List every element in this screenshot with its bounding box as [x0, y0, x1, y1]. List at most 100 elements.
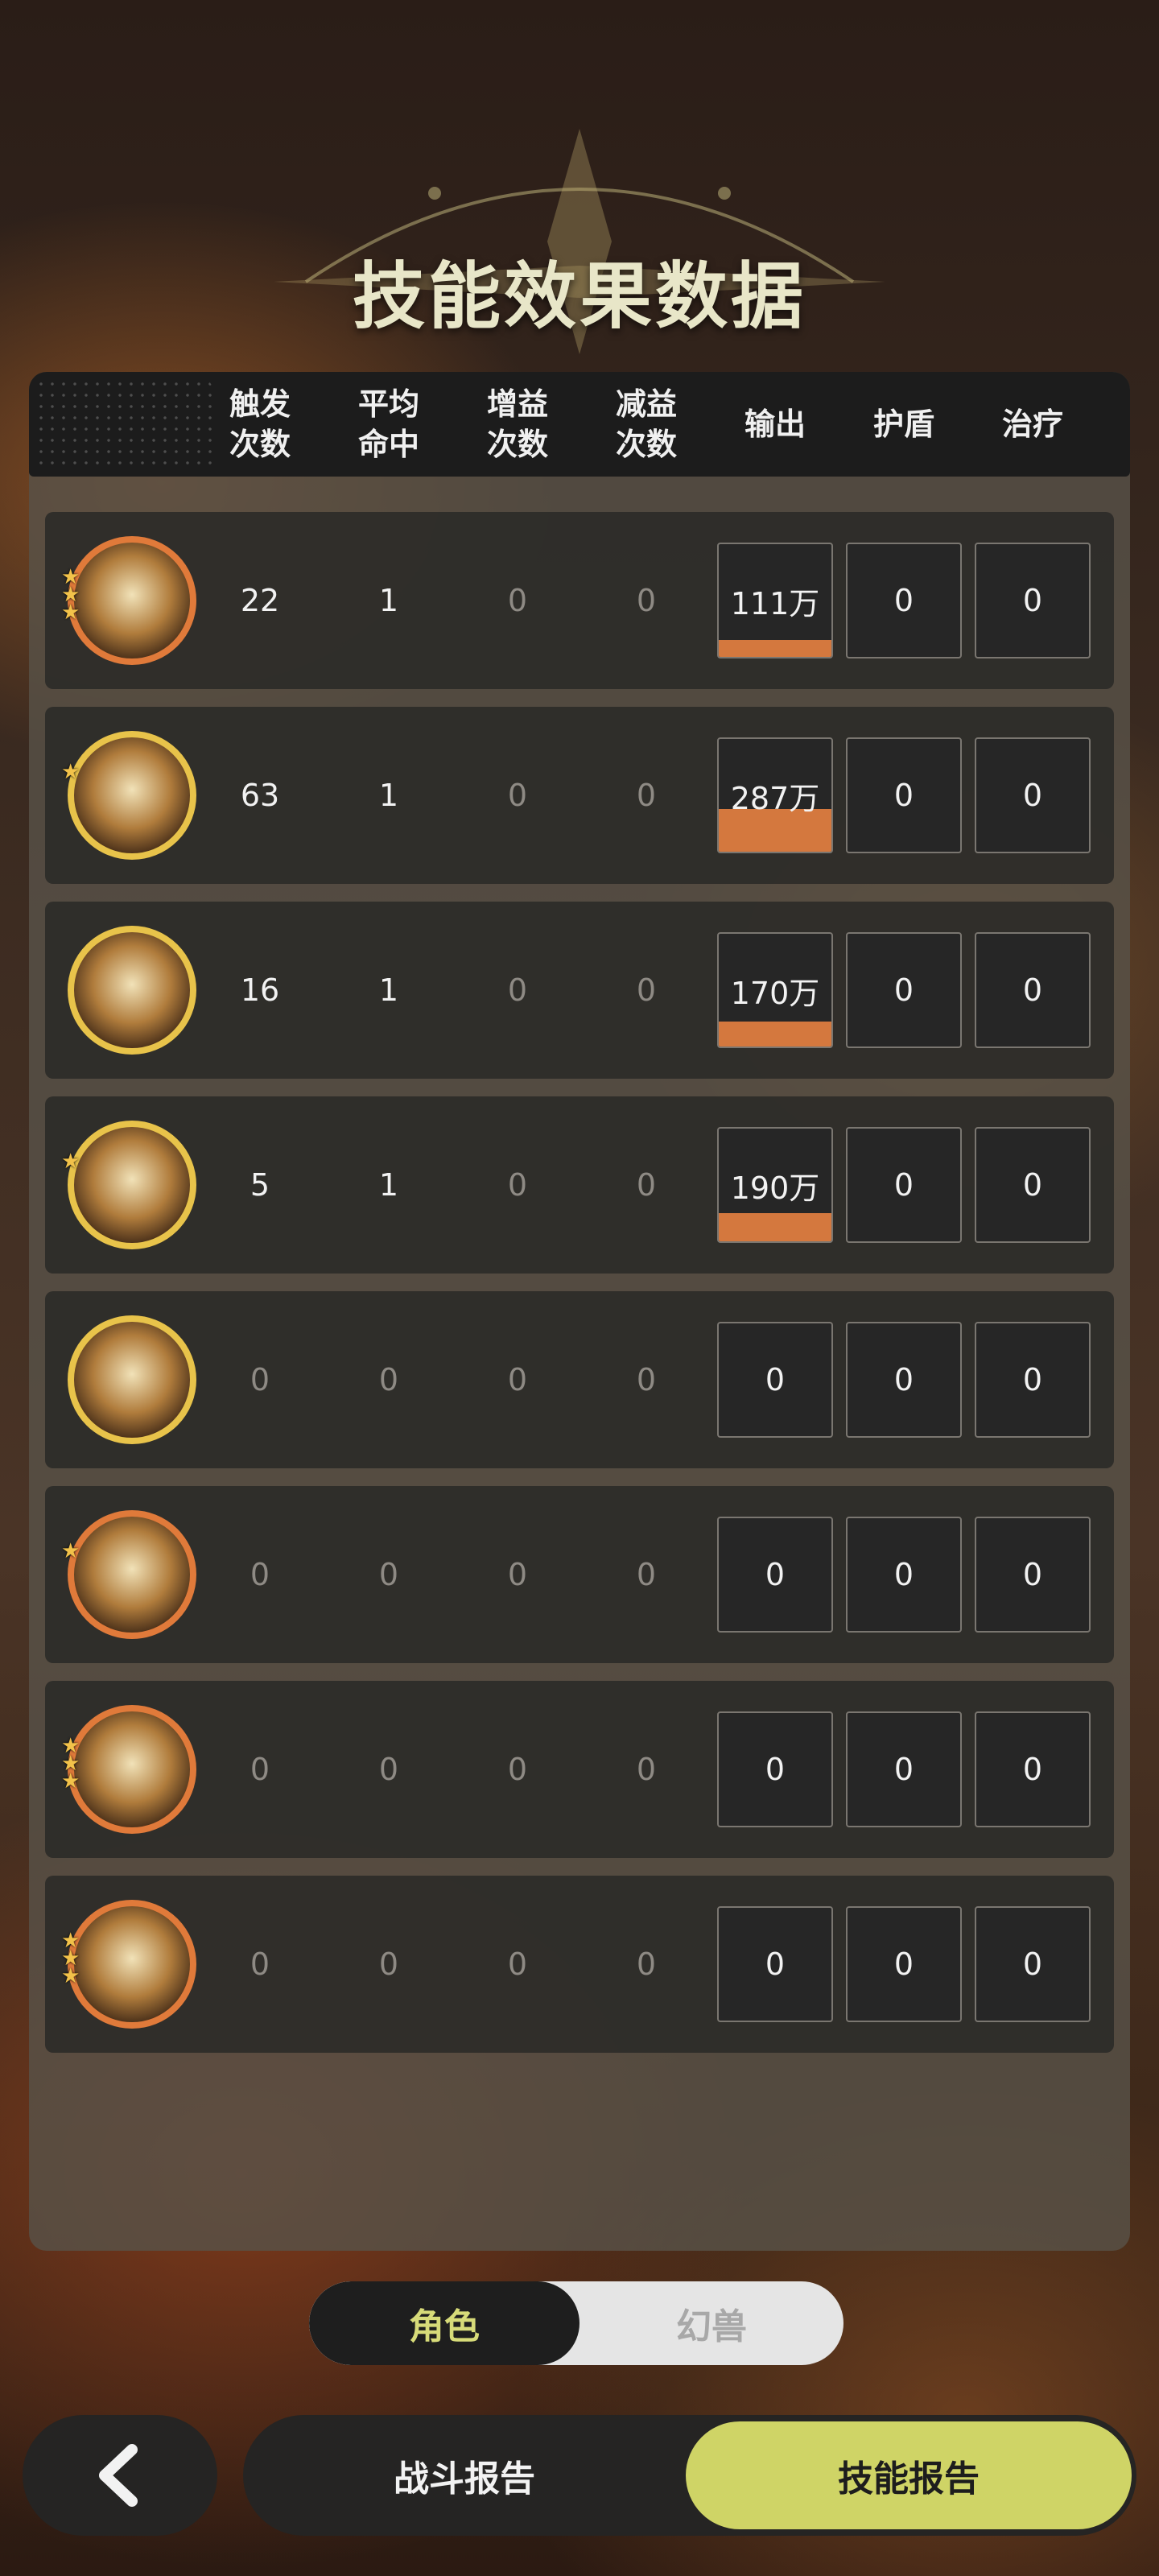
cell-triggers: 22 [240, 583, 280, 618]
star-icon: ★ [61, 760, 80, 784]
skill-row: ★ 5 1 0 0 190万 0 0 [45, 1096, 1114, 1274]
skill-icon-badge [68, 926, 196, 1055]
cell-value: 0 [1022, 1167, 1043, 1203]
cell-avg-hit: 0 [378, 1557, 399, 1592]
skill-row: ★ ★ ★ 0 0 0 0 0 0 0 [45, 1681, 1114, 1858]
cell-value: 0 [765, 1752, 786, 1787]
cell-value: 0 [1022, 1946, 1043, 1982]
cell-triggers: 16 [240, 972, 280, 1008]
cell-avg-hit: 0 [378, 1946, 399, 1982]
cell-value: 0 [893, 1362, 914, 1397]
star-rating: ★ ★ ★ [61, 567, 85, 625]
cell-output: 170万 [717, 932, 833, 1048]
cell-output: 190万 [717, 1127, 833, 1243]
sword-arrows-skill-icon: ★ ★ ★ [61, 1699, 203, 1840]
cell-debuff: 0 [636, 1557, 657, 1592]
report-tabs: 战斗报告 技能报告 [243, 2415, 1136, 2536]
cell-value: 0 [1022, 778, 1043, 813]
cell-value: 0 [1022, 1752, 1043, 1787]
header-buff-count: 增益 次数 [486, 386, 548, 462]
skill-icon-badge [68, 731, 196, 860]
cell-avg-hit: 1 [378, 583, 399, 618]
cell-value: 190万 [730, 1170, 820, 1206]
role-toggle: 角色 幻兽 [309, 2281, 843, 2365]
cell-value: 0 [765, 1557, 786, 1592]
cell-triggers: 5 [250, 1167, 270, 1203]
header-debuff-count: 减益 次数 [615, 386, 677, 462]
cell-buff: 0 [507, 1557, 528, 1592]
cell-value: 170万 [730, 975, 820, 1011]
cell-shield: 0 [846, 1711, 962, 1827]
cell-value: 0 [893, 583, 914, 618]
cell-avg-hit: 0 [378, 1752, 399, 1787]
eye-skill-icon [61, 1309, 203, 1451]
tab-skill-report[interactable]: 技能报告 [686, 2421, 1132, 2529]
skill-icon-badge [68, 1315, 196, 1444]
cell-shield: 0 [846, 1517, 962, 1633]
star-icon: ★ [61, 601, 80, 625]
cell-value: 0 [1022, 583, 1043, 618]
cell-value: 0 [765, 1946, 786, 1982]
header-shield: 护盾 [872, 407, 934, 442]
cell-heal: 0 [975, 1127, 1091, 1243]
page-title: 技能效果数据 [353, 254, 806, 339]
header-triggers: 触发 次数 [229, 386, 291, 462]
cell-debuff: 0 [636, 972, 657, 1008]
star-rating: ★ [61, 1539, 85, 1563]
cell-value: 0 [893, 778, 914, 813]
cell-value: 0 [1022, 1557, 1043, 1592]
cell-shield: 0 [846, 543, 962, 658]
star-icon: ★ [61, 1150, 80, 1174]
cell-value: 0 [1022, 1362, 1043, 1397]
cell-buff: 0 [507, 778, 528, 813]
skill-row: ★ ★ ★ 0 0 0 0 0 0 0 [45, 1876, 1114, 2053]
header-pattern [35, 378, 212, 470]
cell-output: 0 [717, 1711, 833, 1827]
cell-shield: 0 [846, 1127, 962, 1243]
skill-data-panel: 触发 次数 平均 命中 增益 次数 减益 次数 输出 护盾 治疗 ★ ★ ★ 22 1 0… [29, 372, 1130, 2251]
lightning-slash-skill-icon [61, 919, 203, 1061]
cell-heal: 0 [975, 737, 1091, 853]
cell-value: 0 [893, 1752, 914, 1787]
cell-avg-hit: 1 [378, 1167, 399, 1203]
cell-output: 0 [717, 1322, 833, 1438]
cell-value: 0 [893, 1557, 914, 1592]
toggle-character[interactable]: 角色 [309, 2281, 580, 2365]
table-header: 触发 次数 平均 命中 增益 次数 减益 次数 输出 护盾 治疗 [29, 372, 1130, 477]
flame-slash-skill-icon: ★ ★ ★ [61, 530, 203, 671]
cell-debuff: 0 [636, 778, 657, 813]
cell-triggers: 63 [240, 778, 280, 813]
cell-output: 0 [717, 1517, 833, 1633]
cell-triggers: 0 [250, 1362, 270, 1397]
cell-value: 0 [893, 1946, 914, 1982]
cell-buff: 0 [507, 1362, 528, 1397]
cell-debuff: 0 [636, 1362, 657, 1397]
cell-triggers: 0 [250, 1557, 270, 1592]
sword-strike-skill-icon: ★ [61, 1114, 203, 1256]
cell-shield: 0 [846, 1906, 962, 2022]
star-icon: ★ [61, 1539, 80, 1563]
tab-battle-report[interactable]: 战斗报告 [243, 2415, 686, 2536]
cell-avg-hit: 1 [378, 972, 399, 1008]
skill-icon-badge [68, 1900, 196, 2029]
cell-value: 111万 [730, 585, 820, 621]
cell-debuff: 0 [636, 1752, 657, 1787]
back-button[interactable] [23, 2415, 217, 2536]
chevron-left-icon [99, 2444, 138, 2507]
sword-down-skill-icon: ★ ★ ★ [61, 1893, 203, 2035]
star-rating: ★ [61, 1150, 85, 1174]
star-icon: ★ [61, 1964, 80, 1988]
cell-triggers: 0 [250, 1752, 270, 1787]
cell-heal: 0 [975, 543, 1091, 658]
cell-debuff: 0 [636, 1167, 657, 1203]
cell-value: 0 [1022, 972, 1043, 1008]
cell-shield: 0 [846, 737, 962, 853]
skill-row: ★ 0 0 0 0 0 0 0 [45, 1486, 1114, 1663]
cell-buff: 0 [507, 583, 528, 618]
header-output: 输出 [744, 407, 806, 442]
cell-buff: 0 [507, 972, 528, 1008]
toggle-beast[interactable]: 幻兽 [580, 2281, 843, 2365]
cell-value: 0 [765, 1362, 786, 1397]
skill-icon-badge [68, 1705, 196, 1834]
cell-buff: 0 [507, 1946, 528, 1982]
